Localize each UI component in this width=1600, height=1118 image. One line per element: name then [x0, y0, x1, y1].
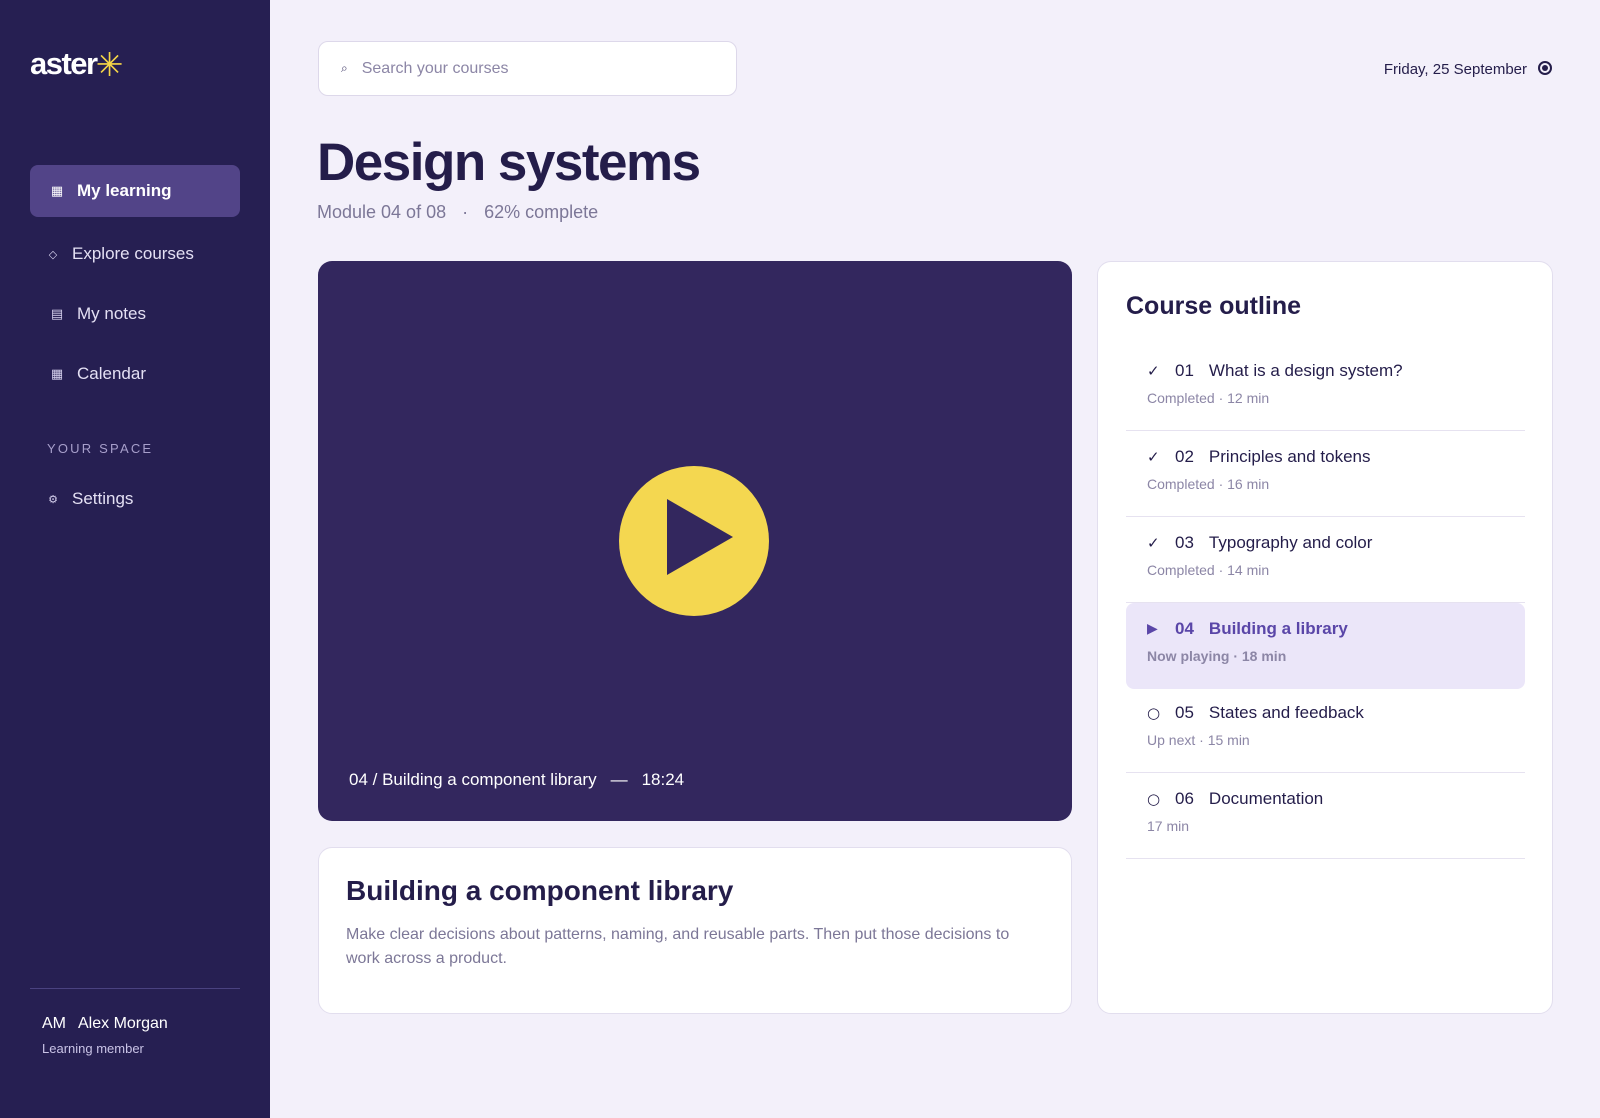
lesson-card: Building a component library Make clear …: [318, 847, 1072, 1014]
lesson-number: 01: [1175, 361, 1194, 380]
lesson-name: Principles and tokens: [1208, 447, 1371, 466]
circle-icon: ○: [1147, 790, 1161, 808]
sidebar-item-explore-courses[interactable]: ◇ Explore courses: [30, 228, 240, 280]
diamond-icon: ◇: [48, 247, 58, 261]
sidebar-item-label: My notes: [77, 304, 146, 323]
sidebar-item-label: My learning: [77, 181, 172, 200]
section-label-your-space: YOUR SPACE: [47, 441, 154, 456]
video-caption: 04 / Building a component library — 18:2…: [349, 770, 684, 790]
lesson-description: Make clear decisions about patterns, nam…: [346, 926, 1010, 967]
lesson-number: 06: [1175, 789, 1194, 808]
page-title: Design systems: [317, 133, 701, 192]
sidebar-item-label: Calendar: [77, 364, 146, 383]
lesson-name: States and feedback: [1208, 703, 1364, 722]
sidebar-item-settings[interactable]: ⚙ Settings: [30, 473, 240, 525]
lesson-meta: Completed · 12 min: [1147, 390, 1270, 406]
checkmark-icon: ✓: [1147, 448, 1160, 466]
module-position: Module 04 of 08: [317, 202, 447, 222]
sidebar-item-calendar[interactable]: ▦ Calendar: [30, 348, 240, 400]
gear-icon: ⚙: [48, 492, 58, 506]
logo[interactable]: aster ✳: [30, 44, 123, 84]
sidebar: aster ✳ ▦ My learning ◇ Explore courses …: [0, 0, 270, 1118]
checkmark-icon: ✓: [1147, 534, 1160, 552]
sidebar-divider: [30, 988, 240, 989]
play-button[interactable]: [619, 466, 769, 616]
course-progress-summary: Module 04 of 08 · 62% complete: [317, 202, 598, 223]
search-icon: ⌕: [341, 61, 348, 75]
lesson-number: 02: [1175, 447, 1194, 466]
lesson-name: Documentation: [1208, 789, 1324, 808]
outline-item-06[interactable]: ○ 06 Documentation 17 min: [1126, 773, 1525, 859]
play-icon: ▶: [1147, 621, 1158, 637]
course-outline: Course outline ✓ 01 What is a design sys…: [1097, 261, 1553, 1014]
video-player[interactable]: 04 / Building a component library — 18:2…: [318, 261, 1072, 821]
calendar-icon: ▦: [50, 366, 64, 382]
search-input[interactable]: [361, 59, 702, 78]
progress-text: 62% complete: [484, 202, 599, 222]
lesson-name: Building a library: [1208, 619, 1348, 638]
video-duration: 18:24: [641, 770, 685, 789]
sidebar-item-my-notes[interactable]: ▤ My notes: [30, 288, 240, 340]
lesson-meta: Up next · 15 min: [1147, 732, 1250, 748]
caption-dash: —: [610, 770, 628, 789]
lesson-meta: Completed · 14 min: [1147, 562, 1270, 578]
profile-status-icon[interactable]: [1538, 61, 1552, 75]
lesson-number: 04: [1175, 619, 1194, 638]
user-role: Learning member: [42, 1041, 144, 1056]
outline-item-03[interactable]: ✓ 03 Typography and color Completed · 14…: [1126, 517, 1525, 603]
play-icon: [667, 499, 733, 575]
video-title: 04 / Building a component library: [349, 770, 597, 789]
outline-item-04[interactable]: ▶ 04 Building a library Now playing · 18…: [1126, 603, 1525, 689]
lesson-meta: Now playing · 18 min: [1147, 648, 1287, 664]
outline-title: Course outline: [1126, 292, 1302, 320]
lesson-name: What is a design system?: [1208, 361, 1403, 380]
search-box[interactable]: ⌕: [318, 41, 737, 96]
outline-item-05[interactable]: ○ 05 States and feedback Up next · 15 mi…: [1126, 687, 1525, 773]
outline-item-02[interactable]: ✓ 02 Principles and tokens Completed · 1…: [1126, 431, 1525, 517]
user-name: Alex Morgan: [78, 1015, 168, 1032]
notes-icon: ▤: [50, 306, 64, 322]
avatar-initials: AM: [42, 1015, 66, 1032]
asterisk-logo-icon: ✳: [95, 44, 124, 84]
sidebar-item-label: Settings: [72, 489, 134, 508]
current-date: Friday, 25 September: [1383, 61, 1527, 78]
lesson-number: 05: [1175, 703, 1194, 722]
circle-icon: ○: [1147, 704, 1161, 722]
logo-text: aster: [30, 46, 98, 81]
lesson-number: 03: [1175, 533, 1194, 552]
lesson-name: Typography and color: [1208, 533, 1373, 552]
lesson-meta: 17 min: [1147, 818, 1190, 834]
grid-icon: ▦: [50, 183, 64, 199]
lesson-title: Building a component library: [346, 875, 734, 906]
checkmark-icon: ✓: [1147, 362, 1160, 380]
sidebar-item-label: Explore courses: [72, 244, 194, 263]
separator: ·: [462, 202, 469, 222]
outline-item-01[interactable]: ✓ 01 What is a design system? Completed …: [1126, 345, 1525, 431]
user-profile[interactable]: AM Alex Morgan Learning member: [42, 1015, 168, 1056]
lesson-meta: Completed · 16 min: [1147, 476, 1270, 492]
sidebar-item-my-learning[interactable]: ▦ My learning: [30, 165, 240, 217]
